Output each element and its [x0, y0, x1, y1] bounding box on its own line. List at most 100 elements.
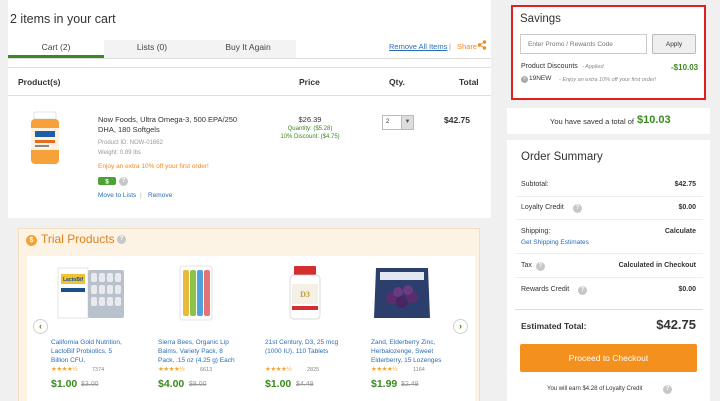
- col-qty: Qty.: [389, 77, 405, 87]
- trial-price: $1.00: [265, 378, 292, 390]
- divider: [515, 196, 703, 197]
- cart-title: 2 items in your cart: [10, 12, 116, 26]
- order-summary-title: Order Summary: [521, 151, 603, 163]
- subtotal-value: $42.75: [674, 181, 696, 188]
- applied-label: - Applied: [582, 64, 604, 70]
- remove-all-items-link[interactable]: Remove All Items: [389, 42, 447, 51]
- trial-product-name[interactable]: Zand, Elderberry Zinc, Herbalozenge, Swe…: [371, 338, 451, 365]
- shipping-label: Shipping:: [521, 228, 551, 235]
- estimated-total-value: $42.75: [656, 317, 696, 332]
- rating-stars-icon: ★★★★½: [51, 366, 78, 373]
- product-name[interactable]: Now Foods, Ultra Omega-3, 500 EPA/250 DH…: [98, 115, 248, 135]
- coin-icon: $: [26, 235, 37, 246]
- help-icon[interactable]: ?: [573, 204, 582, 213]
- product-discounts-label: Product Discounts: [521, 63, 578, 70]
- trial-product-image[interactable]: [370, 262, 434, 322]
- review-count[interactable]: 2825: [307, 367, 319, 373]
- share-icon[interactable]: [477, 40, 487, 50]
- loyalty-earn-note: You will earn $4.28 of Loyalty Credit: [547, 386, 643, 392]
- trial-product-image[interactable]: D3: [286, 262, 324, 322]
- rewards-credit-value: $0.00: [678, 286, 696, 293]
- tab-lists[interactable]: Lists (0): [104, 40, 200, 58]
- extra-offer-text: Enjoy an extra 10% off your first order!: [98, 163, 209, 170]
- review-count[interactable]: 6613: [200, 367, 212, 373]
- original-price: $8.00: [189, 381, 207, 388]
- divider: [515, 253, 703, 254]
- promo-code-input[interactable]: [520, 34, 647, 54]
- help-icon[interactable]: ?: [117, 235, 126, 244]
- loyalty-badge-text: $: [105, 179, 109, 186]
- share-link[interactable]: Share: [457, 42, 477, 51]
- item-total: $42.75: [444, 115, 470, 125]
- divider: [515, 219, 703, 220]
- apply-button[interactable]: Apply: [652, 34, 696, 54]
- loyalty-credit-value: $0.00: [678, 204, 696, 211]
- quantity-value: 2: [386, 119, 390, 125]
- help-icon[interactable]: ?: [663, 385, 672, 394]
- tabs-divider: [8, 58, 491, 59]
- review-count[interactable]: 7374: [92, 367, 104, 373]
- quantity-discount: Quantity: ($5.28): [287, 126, 333, 132]
- trial-product-image[interactable]: LactoBif: [56, 262, 128, 322]
- remove-code-icon[interactable]: ×: [521, 76, 528, 83]
- rating-stars-icon: ★★★★½: [371, 366, 398, 373]
- carousel-next-arrow-icon[interactable]: ›: [453, 319, 468, 334]
- col-price: Price: [299, 77, 320, 87]
- original-price: $4.49: [296, 381, 314, 388]
- product-id: Product ID: NOW-01662: [98, 140, 163, 146]
- product-image[interactable]: [28, 110, 62, 166]
- original-price: $2.49: [401, 381, 419, 388]
- shipping-value[interactable]: Calculate: [600, 228, 696, 235]
- divider: [515, 309, 703, 310]
- col-total: Total: [459, 77, 479, 87]
- header-divider-bottom: [8, 95, 491, 96]
- chevron-down-icon[interactable]: ▼: [401, 116, 413, 129]
- trial-price: $1.00: [51, 378, 78, 390]
- loyalty-credit-label: Loyalty Credit: [521, 204, 564, 211]
- subtotal-label: Subtotal:: [521, 181, 549, 188]
- svg-text:D3: D3: [300, 290, 310, 299]
- header-divider-top: [8, 67, 491, 68]
- rating-stars-icon: ★★★★½: [158, 366, 185, 373]
- separator: |: [449, 42, 451, 51]
- help-icon[interactable]: ?: [578, 286, 587, 295]
- tax-label: Tax: [521, 262, 532, 269]
- help-icon[interactable]: ?: [119, 177, 128, 186]
- percent-discount: 10% Discount: ($4.75): [280, 134, 340, 140]
- trial-product-image[interactable]: [176, 262, 216, 322]
- review-count[interactable]: 1164: [413, 367, 425, 373]
- tax-value: Calculated in Checkout: [618, 262, 696, 269]
- trial-products-title: Trial Products: [41, 232, 115, 246]
- help-icon[interactable]: ?: [536, 262, 545, 271]
- loyalty-credit-icon: $: [98, 177, 116, 186]
- separator: |: [140, 192, 142, 199]
- col-products: Product(s): [18, 77, 61, 87]
- proceed-to-checkout-button[interactable]: Proceed to Checkout: [520, 344, 697, 372]
- trial-price: $4.00: [158, 378, 185, 390]
- tab-cart[interactable]: Cart (2): [8, 40, 104, 58]
- trial-product-name[interactable]: Sierra Bees, Organic Lip Balms, Variety …: [158, 338, 238, 365]
- trial-product-name[interactable]: California Gold Nutrition, LactoBif Prob…: [51, 338, 131, 365]
- remove-item-link[interactable]: Remove: [148, 192, 172, 199]
- saved-amount: $10.03: [637, 114, 671, 126]
- divider: [515, 277, 703, 278]
- shipping-estimates-link[interactable]: Get Shipping Estimates: [521, 239, 589, 246]
- rewards-credit-label: Rewards Credit: [521, 286, 570, 293]
- rating-stars-icon: ★★★★½: [265, 366, 292, 373]
- discount-amount: -$10.03: [671, 63, 699, 72]
- tab-buy-it-again[interactable]: Buy It Again: [200, 40, 296, 58]
- promo-code: 19NEW: [529, 75, 552, 82]
- estimated-total-label: Estimated Total:: [521, 321, 587, 331]
- quantity-select[interactable]: 2 ▼: [382, 115, 414, 130]
- cart-panel: [8, 0, 491, 218]
- original-price: $3.00: [81, 381, 99, 388]
- item-price: $26.39: [298, 115, 322, 124]
- trial-price: $1.99: [371, 378, 398, 390]
- saved-text: You have saved a total of: [550, 117, 634, 126]
- trial-product-name[interactable]: 21st Century, D3, 25 mcg (1000 IU), 110 …: [265, 338, 345, 356]
- savings-title: Savings: [520, 13, 561, 25]
- product-weight: Weight: 0.89 lbs: [98, 150, 141, 156]
- move-to-lists-link[interactable]: Move to Lists: [98, 192, 136, 199]
- svg-text:LactoBif: LactoBif: [63, 277, 83, 283]
- carousel-prev-arrow-icon[interactable]: ‹: [33, 319, 48, 334]
